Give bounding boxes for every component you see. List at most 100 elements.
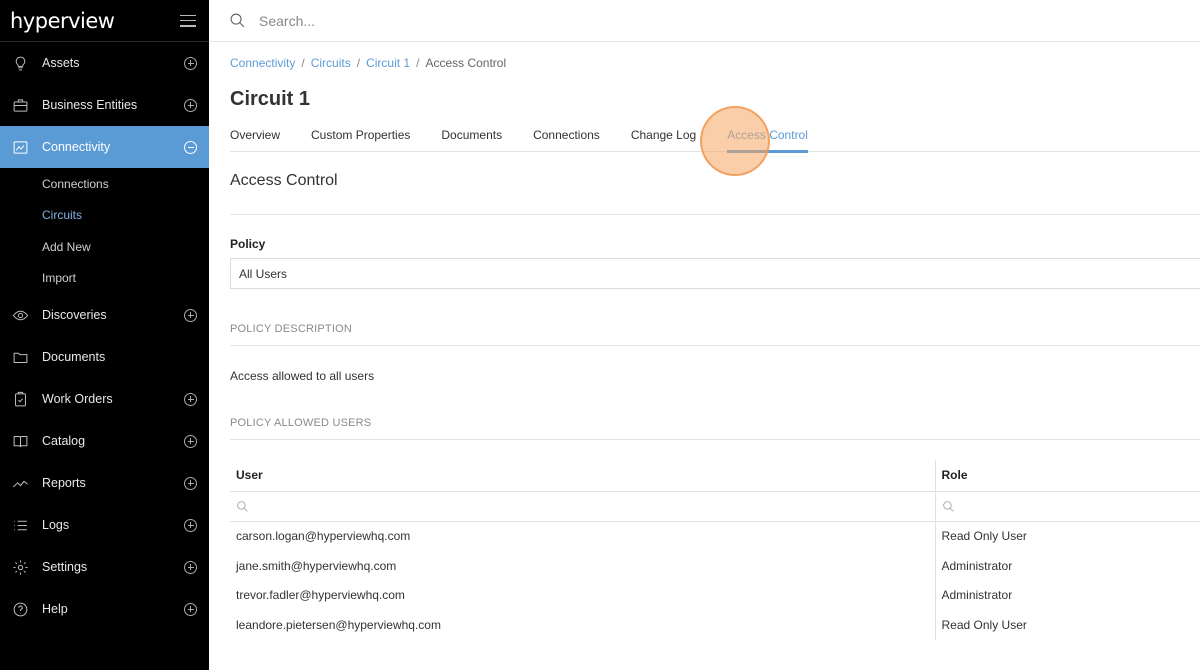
user-cell: leandore.pietersen@hyperviewhq.com [230,610,936,641]
sidebar-item-discoveries[interactable]: Discoveries [0,294,209,336]
table-row[interactable]: jane.smith@hyperviewhq.com Administrator [230,550,1200,581]
policy-description-heading: POLICY DESCRIPTION [230,323,352,335]
network-icon [12,139,29,156]
sidebar-item-label: Discoveries [42,308,107,322]
expand-icon[interactable] [184,602,197,616]
sidebar-item-label: Business Entities [42,98,138,112]
sidebar: hyperview Assets Business Entities Conne… [0,0,209,670]
clipboard-check-icon [12,391,29,408]
sidebar-item-settings[interactable]: Settings [0,546,209,588]
search-input[interactable] [259,12,659,29]
sidebar-item-business-entities[interactable]: Business Entities [0,84,209,126]
tab-documents[interactable]: Documents [441,128,502,152]
policy-select[interactable]: All Users [230,258,1200,289]
breadcrumb: Connectivity / Circuits / Circuit 1 / Access C… [230,56,1200,70]
collapse-icon[interactable] [184,140,197,154]
submenu-item-add-new[interactable]: Add New [0,231,209,263]
search-icon [237,501,248,512]
sidebar-item-label: Work Orders [42,392,113,406]
submenu-item-import[interactable]: Import [0,263,209,295]
sidebar-item-label: Help [42,602,68,616]
search-icon [230,13,245,28]
policy-label: Policy [230,237,266,251]
table-row[interactable]: carson.logan@hyperviewhq.com Read Only U… [230,521,1200,551]
hamburger-menu-icon[interactable] [180,14,196,27]
table-row[interactable]: trevor.fadler@hyperviewhq.com Administra… [230,580,1200,611]
expand-icon[interactable] [184,434,197,448]
sidebar-item-assets[interactable]: Assets [0,42,209,84]
sidebar-item-label: Connectivity [42,140,111,154]
expand-icon[interactable] [184,98,197,112]
section-title: Access Control [230,172,338,189]
sidebar-item-label: Assets [42,56,80,70]
table-header-row: User Role [230,460,1200,492]
top-search-bar [209,0,1200,42]
sidebar-item-label: Settings [42,560,88,574]
expand-icon[interactable] [184,560,197,574]
user-cell: carson.logan@hyperviewhq.com [230,521,936,551]
tab-connections[interactable]: Connections [533,128,600,152]
sidebar-item-label: Reports [42,476,86,490]
book-icon [12,433,29,450]
divider [230,214,1200,215]
table-row[interactable]: leandore.pietersen@hyperviewhq.com Read … [230,610,1200,641]
folder-icon [12,349,29,366]
main-content: Connectivity / Circuits / Circuit 1 / Access C… [230,42,1200,641]
role-filter-cell[interactable] [935,491,1200,522]
sidebar-item-label: Catalog [42,434,86,448]
column-header-role[interactable]: Role [935,460,1200,492]
expand-icon[interactable] [184,308,197,322]
user-cell: trevor.fadler@hyperviewhq.com [230,580,936,611]
breadcrumb-link-connectivity[interactable]: Connectivity [230,56,295,70]
submenu-item-connections[interactable]: Connections [0,168,209,200]
role-cell: Read Only User [941,618,1027,633]
eye-icon [12,307,29,324]
breadcrumb-separator: / [356,56,361,70]
sidebar-item-catalog[interactable]: Catalog [0,420,209,462]
expand-icon[interactable] [184,476,197,490]
breadcrumb-link-circuits[interactable]: Circuits [311,56,351,70]
user-filter-cell[interactable] [230,491,936,522]
gear-icon [12,559,29,576]
column-header-user[interactable]: User [230,460,936,492]
expand-icon[interactable] [184,392,197,406]
tab-overview[interactable]: Overview [230,128,280,152]
lightbulb-icon [12,55,29,72]
breadcrumb-separator: / [301,56,305,70]
expand-icon[interactable] [184,56,197,70]
tab-custom-properties[interactable]: Custom Properties [311,128,410,152]
sidebar-item-label: Logs [42,518,70,532]
logo[interactable]: hyperview [10,9,115,33]
question-circle-icon [12,601,29,618]
policy-allowed-users-heading: POLICY ALLOWED USERS [230,417,372,429]
sidebar-item-label: Documents [42,350,106,364]
tab-change-log[interactable]: Change Log [631,128,696,152]
user-cell: jane.smith@hyperviewhq.com [230,550,936,581]
role-cell: Administrator [941,558,1013,573]
tab-bar: Overview Custom Properties Documents Con… [230,128,1200,153]
allowed-users-table: User Role carson.logan@hyperviewhq.com R… [230,460,1200,641]
submenu-item-circuits[interactable]: Circuits [0,200,209,232]
role-cell: Read Only User [941,529,1027,544]
logo-bar: hyperview [0,0,209,42]
trend-line-icon [12,475,29,492]
connectivity-submenu: Connections Circuits Add New Import [0,168,209,294]
expand-icon[interactable] [184,518,197,532]
search-icon [942,501,954,512]
list-icon [12,517,29,534]
sidebar-item-reports[interactable]: Reports [0,462,209,504]
table-filter-row [230,491,1200,522]
sidebar-item-documents[interactable]: Documents [0,336,209,378]
tab-access-control[interactable]: Access Control [727,128,808,153]
page-title: Circuit 1 [230,88,311,110]
briefcase-icon [12,97,29,114]
policy-description: Access allowed to all users [230,369,375,383]
sidebar-item-work-orders[interactable]: Work Orders [0,378,209,420]
role-cell: Administrator [941,588,1013,603]
divider [230,439,1200,440]
breadcrumb-link-circuit-1[interactable]: Circuit 1 [366,56,410,70]
sidebar-item-connectivity[interactable]: Connectivity [0,126,209,168]
sidebar-item-logs[interactable]: Logs [0,504,209,546]
sidebar-item-help[interactable]: Help [0,588,209,630]
divider [230,345,1200,346]
